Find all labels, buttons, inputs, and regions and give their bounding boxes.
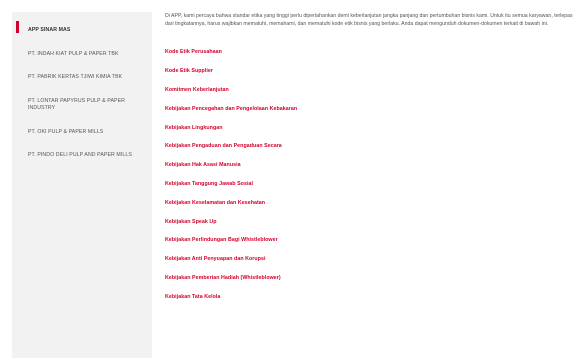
document-link-item: Kebijakan Lingkungan xyxy=(165,116,575,135)
company-sidebar: APP SINAR MAS PT. INDAH KIAT PULP & PAPER… xyxy=(12,12,152,358)
document-link[interactable]: Kebijakan Pemberian Hadiah (Whistleblowe… xyxy=(165,275,281,281)
main-content: Di APP, kami percaya bahwa standar etika… xyxy=(165,12,575,304)
document-link[interactable]: Kebijakan Hak Asasi Manusia xyxy=(165,162,241,168)
sidebar-item[interactable]: PT. LONTAR PAPYRUS PULP & PAPER INDUSTRY xyxy=(12,90,152,121)
intro-text: Di APP, kami percaya bahwa standar etika… xyxy=(165,13,573,28)
document-link[interactable]: Kebijakan Anti Penyuapan dan Korupsi xyxy=(165,256,266,262)
document-link[interactable]: Komitmen Keberlanjutan xyxy=(165,87,229,93)
document-link-item: Kebijakan Speak Up xyxy=(165,210,575,229)
document-link[interactable]: Kebijakan Tata Kelola xyxy=(165,294,220,300)
sidebar-item[interactable]: APP SINAR MAS xyxy=(12,12,152,43)
sidebar-item[interactable]: PT. OKI PULP & PAPER MILLS xyxy=(12,121,152,145)
document-link[interactable]: Kebijakan Perlindungan Bagi Whistleblowe… xyxy=(165,237,278,243)
sidebar-item[interactable]: PT. PABRIK KERTAS TJIWI KIMIA TBK xyxy=(12,66,152,90)
document-link[interactable]: Kebijakan Tanggung Jawab Sosial xyxy=(165,181,253,187)
document-link[interactable]: Kebijakan Lingkungan xyxy=(165,125,223,131)
document-link-item: Kebijakan Pencegahan dan Pengelolaan Keb… xyxy=(165,97,575,116)
document-link-item: Kebijakan Pengaduan dan Pengaduan Secara xyxy=(165,134,575,153)
document-link-item: Kebijakan Tata Kelola xyxy=(165,285,575,304)
document-link[interactable]: Kode Etik Perusahaan xyxy=(165,49,222,55)
document-link-item: Kebijakan Keselamatan dan Kesehatan xyxy=(165,191,575,210)
document-link[interactable]: Kebijakan Pencegahan dan Pengelolaan Keb… xyxy=(165,106,297,112)
document-links: Kode Etik Perusahaan Kode Etik Supplier Ko… xyxy=(165,40,575,303)
document-link-item: Kebijakan Perlindungan Bagi Whistleblowe… xyxy=(165,228,575,247)
document-link-item: Kebijakan Hak Asasi Manusia xyxy=(165,153,575,172)
document-link-item: Kode Etik Supplier xyxy=(165,59,575,78)
sidebar-item[interactable]: PT. PINDO DELI PULP AND PAPER MILLS xyxy=(12,144,152,168)
document-link[interactable]: Kebijakan Pengaduan dan Pengaduan Secara xyxy=(165,143,282,149)
document-link-item: Kebijakan Pemberian Hadiah (Whistleblowe… xyxy=(165,266,575,285)
sidebar-item[interactable]: PT. INDAH KIAT PULP & PAPER TBK xyxy=(12,43,152,67)
document-link-item: Kode Etik Perusahaan xyxy=(165,40,575,59)
page: APP SINAR MAS PT. INDAH KIAT PULP & PAPER… xyxy=(0,0,587,358)
document-link[interactable]: Kebijakan Speak Up xyxy=(165,219,217,225)
document-link-item: Kebijakan Anti Penyuapan dan Korupsi xyxy=(165,247,575,266)
document-link[interactable]: Kode Etik Supplier xyxy=(165,68,213,74)
document-link-item: Komitmen Keberlanjutan xyxy=(165,78,575,97)
document-link[interactable]: Kebijakan Keselamatan dan Kesehatan xyxy=(165,200,265,206)
document-link-item: Kebijakan Tanggung Jawab Sosial xyxy=(165,172,575,191)
